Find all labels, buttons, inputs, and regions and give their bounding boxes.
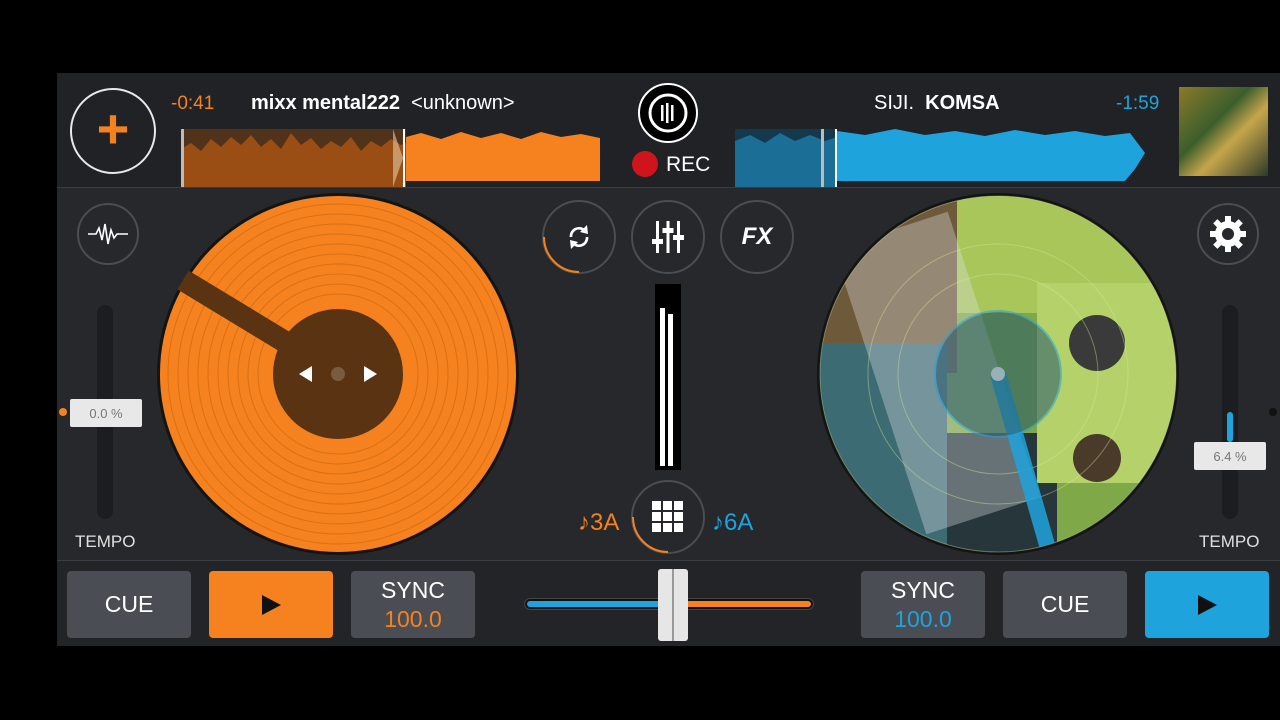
right-sync-button[interactable]: SYNC 100.0 (861, 571, 985, 638)
right-album-art[interactable] (1179, 87, 1268, 176)
left-sync-button[interactable]: SYNC 100.0 (351, 571, 475, 638)
dj-app: + -0:41 mixx mental222 <unknown> REC SIJ… (57, 73, 1280, 646)
right-tempo-handle[interactable]: 6.4 % (1194, 442, 1266, 470)
right-sync-label: SYNC (891, 576, 955, 603)
pads-button[interactable] (631, 480, 705, 554)
left-tempo-label: TEMPO (75, 532, 136, 551)
right-time-remaining: -1:59 (1116, 93, 1160, 114)
right-cue-label: CUE (1040, 591, 1090, 617)
loop-button[interactable] (542, 200, 616, 274)
right-tempo-label: TEMPO (1199, 532, 1260, 551)
left-track-name[interactable]: mixx mental222 <unknown> (251, 92, 515, 115)
mixer-button[interactable] (631, 200, 705, 274)
play-icon (262, 594, 281, 615)
right-tempo-marker (1269, 408, 1277, 416)
add-track-button[interactable]: + (70, 88, 156, 174)
right-waveform[interactable] (735, 129, 1155, 187)
fx-button[interactable]: FX (720, 200, 794, 274)
waveform-toggle-button[interactable] (77, 203, 139, 265)
left-play-button[interactable] (209, 571, 333, 638)
left-tempo-handle[interactable]: 0.0 % (70, 399, 142, 427)
left-time-remaining: -0:41 (171, 93, 215, 114)
bottom-bar: CUE SYNC 100.0 SYNC 100.0 CUE (57, 560, 1280, 646)
right-track-artist: SIJI. (874, 92, 915, 114)
top-bar: + -0:41 mixx mental222 <unknown> REC SIJ… (57, 73, 1280, 188)
right-play-button[interactable] (1145, 571, 1269, 638)
left-waveform[interactable] (181, 129, 601, 187)
settings-button[interactable] (1197, 203, 1259, 265)
record-logo-icon[interactable] (638, 83, 698, 143)
right-track-name[interactable]: SIJI. KOMSA (874, 92, 1000, 115)
left-bpm: 100.0 (384, 605, 442, 632)
left-key-label: ♪3A (578, 509, 620, 536)
left-tempo-marker (59, 408, 67, 416)
play-icon (1198, 594, 1217, 615)
left-track-title: mixx mental222 (251, 92, 400, 114)
right-track-title: KOMSA (925, 92, 1000, 114)
record-button[interactable] (632, 151, 658, 177)
left-track-artist: <unknown> (411, 92, 515, 114)
gear-icon (1210, 216, 1246, 252)
plus-icon: + (96, 97, 130, 160)
left-turntable[interactable] (157, 193, 519, 555)
mixer-sliders-icon (652, 221, 684, 253)
rec-label: REC (666, 153, 711, 176)
left-sync-label: SYNC (381, 576, 445, 603)
right-tempo-offset (1227, 412, 1233, 442)
waveform-icon (88, 223, 128, 245)
right-turntable[interactable] (817, 193, 1179, 555)
right-cue-button[interactable]: CUE (1003, 571, 1127, 638)
crossfader-handle[interactable] (658, 569, 688, 641)
right-key-label: ♪6A (712, 509, 754, 536)
fx-label: FX (741, 223, 773, 250)
right-tempo-slider[interactable] (1222, 305, 1238, 519)
left-cue-button[interactable]: CUE (67, 571, 191, 638)
left-cue-label: CUE (104, 591, 154, 617)
level-meter (655, 284, 681, 470)
right-bpm: 100.0 (894, 605, 952, 632)
